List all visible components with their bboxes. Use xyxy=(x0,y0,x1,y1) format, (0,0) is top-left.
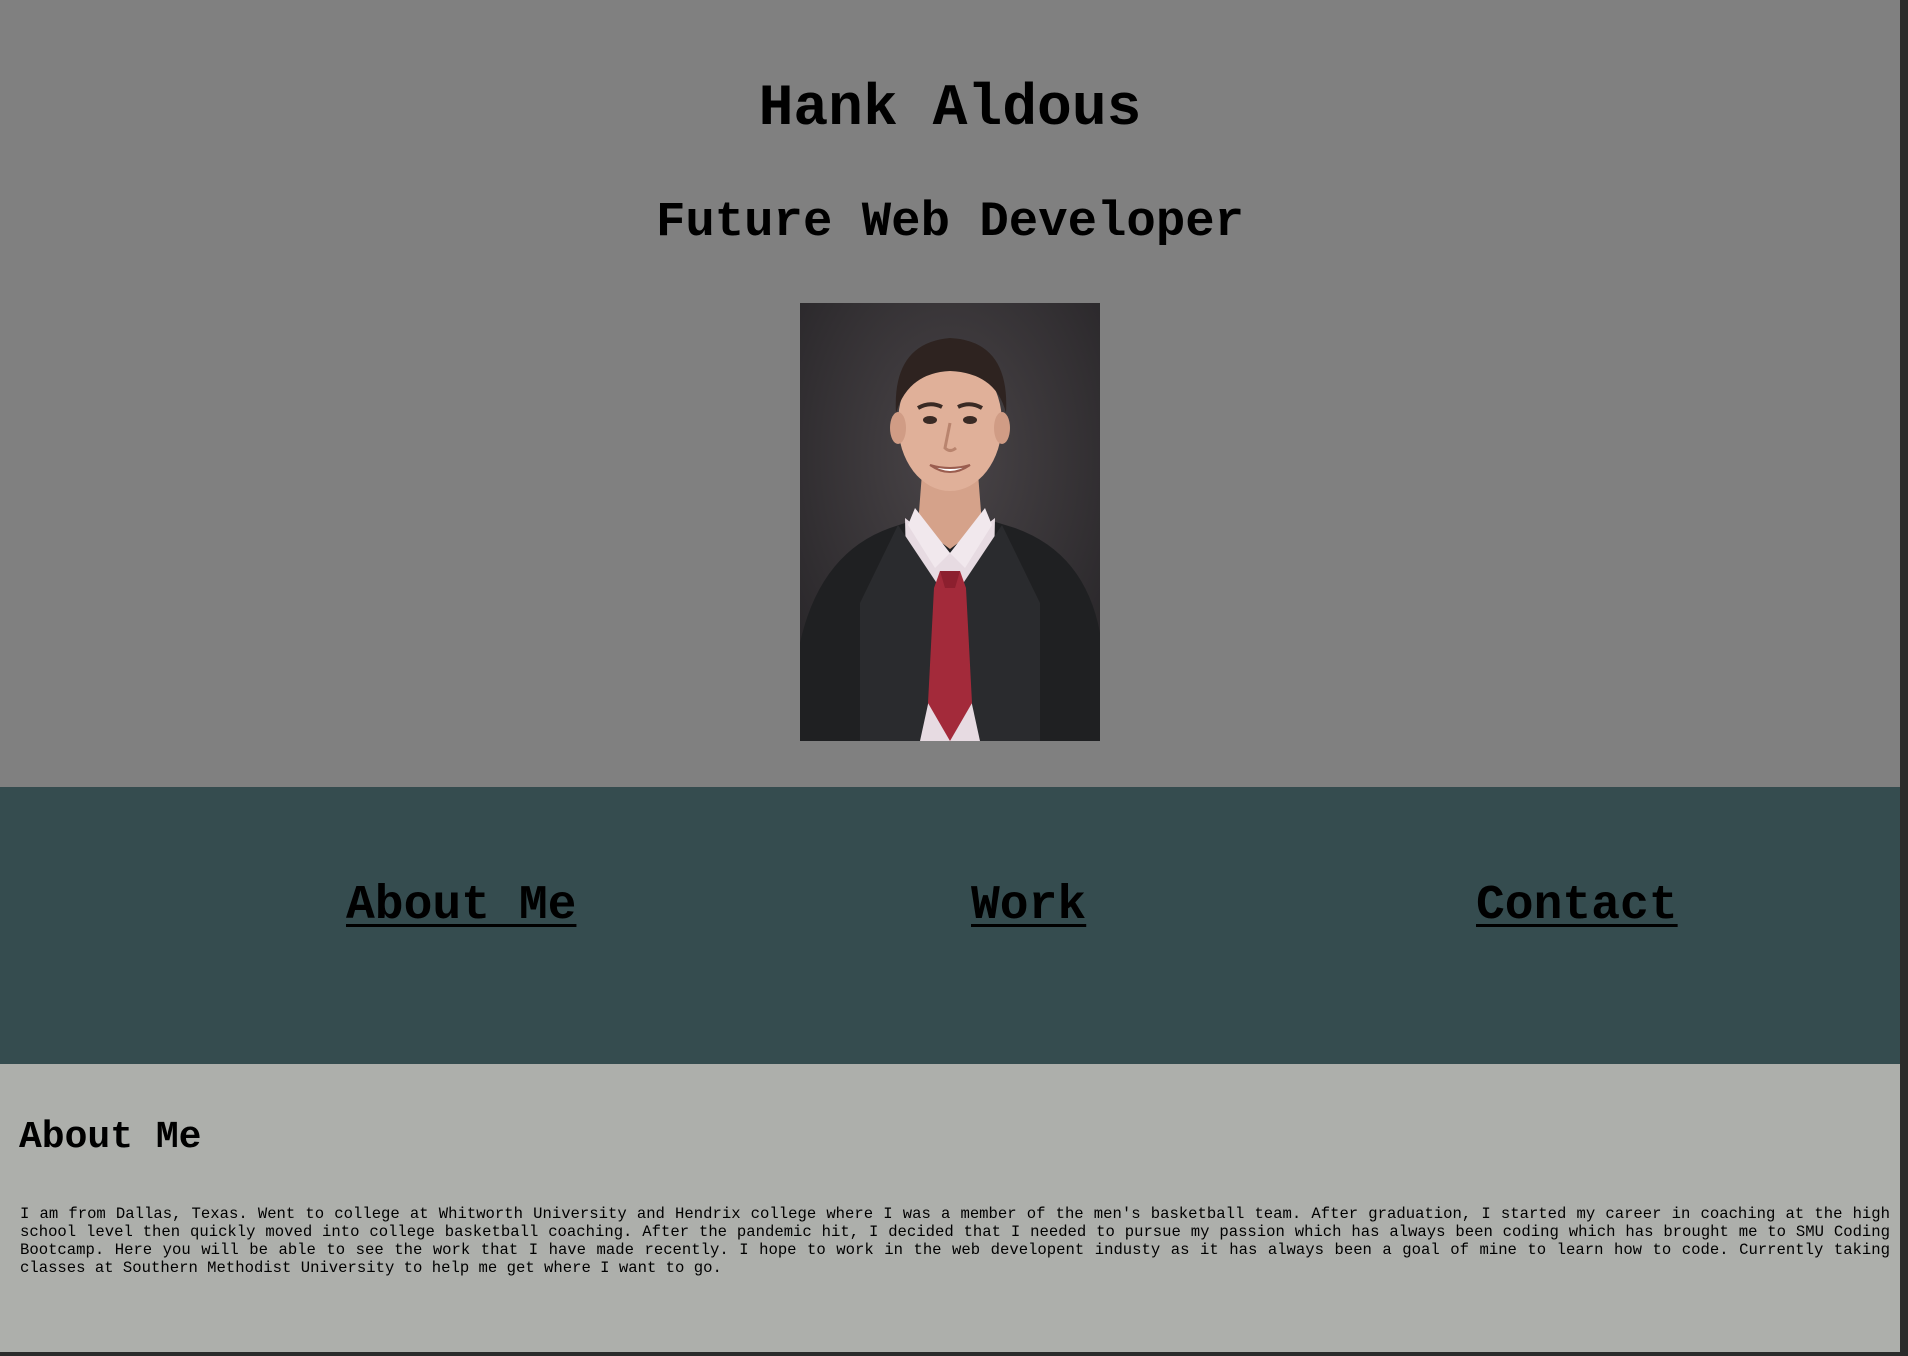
page-title: Hank Aldous xyxy=(758,77,1142,142)
about-text: I am from Dallas, Texas. Went to college… xyxy=(20,1205,1890,1277)
hero-header: Hank Aldous Future Web Developer xyxy=(0,0,1900,787)
portrait-photo xyxy=(800,303,1100,741)
nav-link-about-me[interactable]: About Me xyxy=(346,878,576,934)
nav-link-contact[interactable]: Contact xyxy=(1476,878,1678,934)
nav-link-work[interactable]: Work xyxy=(971,878,1086,934)
about-heading: About Me xyxy=(19,1116,202,1159)
portrait-image xyxy=(800,303,1100,741)
subtitle: Future Web Developer xyxy=(655,194,1245,250)
about-section: About Me I am from Dallas, Texas. Went t… xyxy=(0,1064,1900,1352)
main-nav: About Me Work Contact xyxy=(0,787,1900,1064)
page: Hank Aldous Future Web Developer About M… xyxy=(0,0,1900,1352)
